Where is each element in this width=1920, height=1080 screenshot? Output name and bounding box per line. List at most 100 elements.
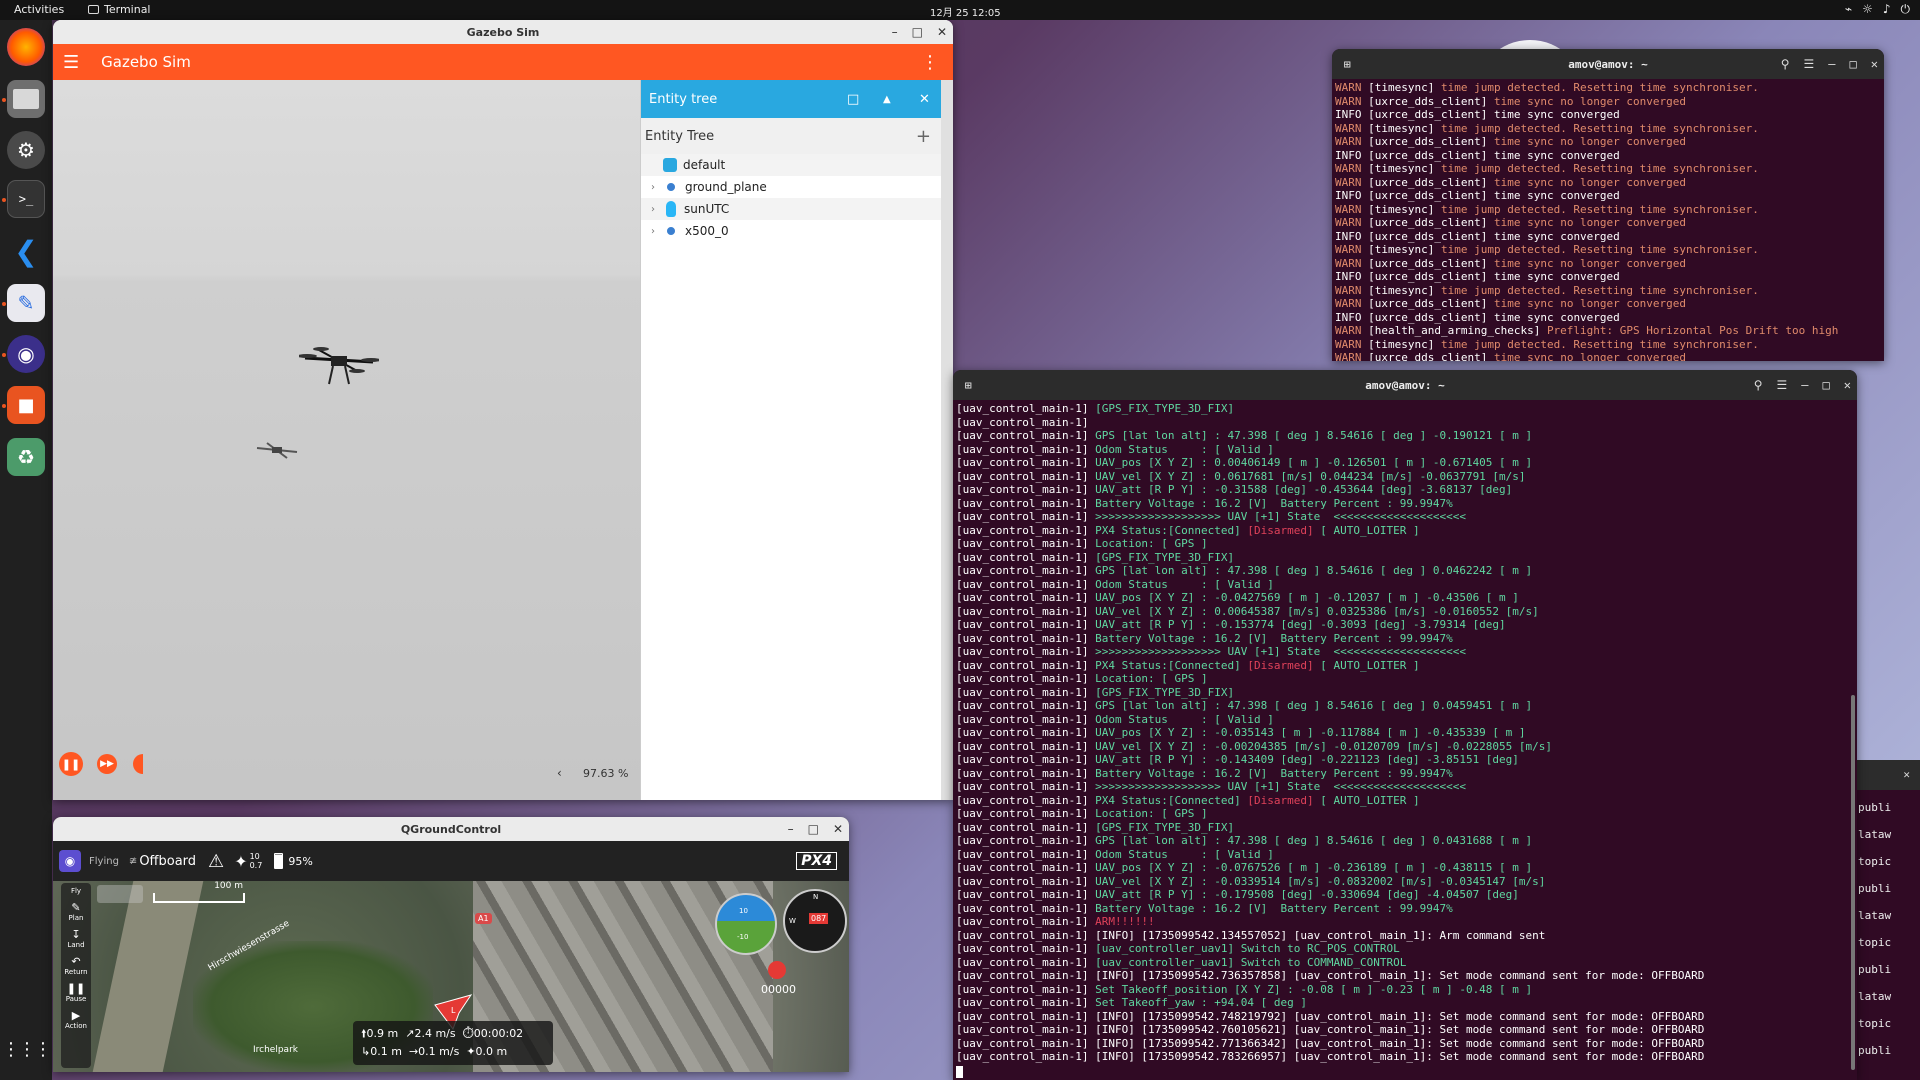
terminal-line: [uav_control_main-1] UAV_att [R P Y] : -…: [953, 483, 1843, 497]
terminal-output[interactable]: WARN [timesync] time jump detected. Rese…: [1332, 79, 1884, 361]
pause-button[interactable]: ❚❚: [59, 752, 83, 776]
expand-arrow-icon[interactable]: ›: [651, 182, 663, 193]
log-prefix: [uav_control_main-1]: [956, 793, 1096, 807]
terminal-line: [uav_control_main-1] GPS [lat lon alt] :…: [953, 564, 1843, 578]
log-module: [health_and_arming_checks]: [1368, 324, 1541, 337]
plan-tool[interactable]: ✎ Plan: [61, 901, 91, 922]
log-prefix: [uav_control_main-1]: [956, 510, 1096, 523]
step-button[interactable]: ▶▶: [97, 754, 117, 774]
log-prefix: [uav_control_main-1]: [956, 618, 1096, 631]
entity-row[interactable]: › sunUTC: [641, 198, 941, 220]
log-message: time sync no longer converged: [1493, 256, 1687, 270]
kebab-menu-icon[interactable]: ⋮: [921, 52, 939, 73]
close-button[interactable]: ✕: [1844, 378, 1851, 392]
focused-app-menu[interactable]: Terminal: [88, 3, 151, 16]
close-button[interactable]: ✕: [1903, 768, 1910, 781]
warning-icon[interactable]: ⚠: [208, 851, 224, 872]
zoom-controls[interactable]: [97, 885, 143, 903]
window-titlebar[interactable]: Gazebo Sim – □ ✕: [53, 20, 953, 44]
maximize-button[interactable]: □: [1823, 378, 1830, 392]
fly-tool[interactable]: Fly: [61, 887, 91, 895]
terminal-line: WARN [timesync] time jump detected. Rese…: [1332, 122, 1884, 136]
close-button[interactable]: ✕: [1871, 57, 1878, 71]
terminal-window-uav-control[interactable]: ⊞ amov@amov: ~ ⚲ ☰ – □ ✕ [uav_control_ma…: [953, 370, 1857, 1080]
window-titlebar[interactable]: QGroundControl – □ ✕: [53, 817, 849, 841]
window-titlebar[interactable]: ⊞ amov@amov: ~ ⚲ ☰ – □ ✕: [1332, 49, 1884, 79]
text-editor-icon[interactable]: ✎: [7, 284, 45, 322]
log-message: PX4 Status:[Connected]: [1095, 793, 1248, 807]
maximize-button[interactable]: □: [1850, 57, 1857, 71]
drone-model[interactable]: [299, 344, 379, 394]
entity-row[interactable]: default: [641, 154, 941, 176]
terminal-output[interactable]: [uav_control_main-1] [GPS_FIX_TYPE_3D_FI…: [953, 400, 1857, 1064]
log-message: time jump detected. Resetting time synch…: [1440, 243, 1759, 256]
terminal-icon[interactable]: >_: [7, 180, 45, 218]
terminal-line: [uav_control_main-1] Set Takeoff_positio…: [953, 983, 1843, 997]
activities-button[interactable]: Activities: [14, 3, 64, 16]
menu-icon[interactable]: ☰: [1804, 57, 1815, 71]
compass-west: W: [789, 917, 796, 925]
entity-row[interactable]: › ground_plane: [641, 176, 941, 198]
3d-scene-viewport[interactable]: ❚❚ ▶▶ ‹ 97.63 %: [53, 80, 640, 800]
panel-scrollbar[interactable]: [941, 80, 953, 800]
expand-arrow-icon[interactable]: ›: [651, 226, 663, 237]
terminal-window-px4[interactable]: ⊞ amov@amov: ~ ⚲ ☰ – □ ✕ WARN [timesync]…: [1332, 49, 1884, 361]
search-icon[interactable]: ⚲: [1781, 57, 1790, 71]
collapse-stats-icon[interactable]: ‹: [557, 766, 562, 780]
qgroundcontrol-icon[interactable]: ◉: [7, 335, 45, 373]
close-button[interactable]: ✕: [937, 25, 947, 39]
entity-row[interactable]: › x500_0: [641, 220, 941, 242]
log-message: [uav_controller_uav1] Switch to RC_POS_C…: [1095, 942, 1400, 955]
panel-close-icon[interactable]: ✕: [919, 92, 930, 107]
log-message: time sync no longer converged: [1493, 94, 1687, 108]
new-tab-icon[interactable]: ⊞: [1344, 58, 1351, 71]
close-button[interactable]: ✕: [833, 822, 843, 836]
log-status: [Disarmed]: [1247, 523, 1314, 537]
terminal-scrollbar[interactable]: [1851, 695, 1855, 1070]
search-icon[interactable]: ⚲: [1754, 378, 1763, 392]
menu-icon[interactable]: ☰: [1777, 378, 1788, 392]
settings-icon[interactable]: ⚙: [7, 131, 45, 169]
minimize-button[interactable]: –: [892, 25, 898, 39]
maximize-button[interactable]: □: [808, 822, 819, 836]
maximize-button[interactable]: □: [912, 25, 923, 39]
files-icon[interactable]: [7, 80, 45, 118]
minimize-button[interactable]: –: [1828, 57, 1835, 71]
log-prefix: [uav_control_main-1]: [956, 807, 1096, 820]
map-view[interactable]: Fly ✎ Plan ↧ Land ↶ Return ❚❚ Pause ▶ Action …: [53, 881, 849, 1072]
add-entity-icon[interactable]: +: [916, 126, 931, 147]
terminal-output[interactable]: publi lataw topic publi lataw topic publi lataw…: [1852, 790, 1920, 1064]
log-message: [ AUTO_LOITER ]: [1313, 793, 1420, 807]
land-tool[interactable]: ↧ Land: [61, 928, 91, 949]
software-icon[interactable]: ■: [7, 386, 45, 424]
gps-icon[interactable]: ✦: [234, 852, 247, 871]
terminal-line: [uav_control_main-1] Location: [ GPS ]: [953, 807, 1843, 821]
network-icon: ⌁: [1844, 2, 1853, 16]
pause-tool[interactable]: ❚❚ Pause: [61, 982, 91, 1003]
apps-grid-icon[interactable]: ⋮⋮⋮: [2, 1030, 52, 1068]
record-button[interactable]: [768, 961, 786, 979]
minimize-button[interactable]: –: [1801, 378, 1808, 392]
window-titlebar[interactable]: ⊞ amov@amov: ~ ⚲ ☰ – □ ✕: [953, 370, 1857, 400]
new-tab-icon[interactable]: ⊞: [965, 379, 972, 392]
vscode-icon[interactable]: ❮: [7, 232, 45, 270]
terminal-window-background[interactable]: ✕ publi lataw topic publi lataw topic publi lat…: [1852, 760, 1920, 1080]
minimize-button[interactable]: –: [788, 822, 794, 836]
hamburger-menu-icon[interactable]: ☰: [63, 52, 79, 73]
system-tray[interactable]: ⌁ ☼ ♪ ⏻: [1845, 2, 1910, 17]
qgc-logo-icon[interactable]: ◉: [59, 850, 81, 872]
trash-icon[interactable]: ♻: [7, 438, 45, 476]
flight-mode-selector[interactable]: Offboard: [139, 854, 196, 869]
expand-arrow-icon[interactable]: ›: [651, 204, 663, 215]
firefox-icon[interactable]: [7, 28, 45, 66]
log-module: [uxrce_dds_client]: [1368, 310, 1488, 324]
panel-collapse-icon[interactable]: ▲: [883, 94, 891, 105]
return-tool[interactable]: ↶ Return: [61, 955, 91, 976]
clock[interactable]: 12月 25 12:05: [930, 4, 1001, 19]
action-tool[interactable]: ▶ Action: [61, 1009, 91, 1030]
compass-north: N: [813, 893, 819, 901]
panel-float-icon[interactable]: □: [847, 92, 859, 107]
multistep-button[interactable]: [133, 754, 143, 774]
window-titlebar[interactable]: ✕: [1852, 760, 1920, 790]
battery-icon[interactable]: [274, 853, 284, 869]
